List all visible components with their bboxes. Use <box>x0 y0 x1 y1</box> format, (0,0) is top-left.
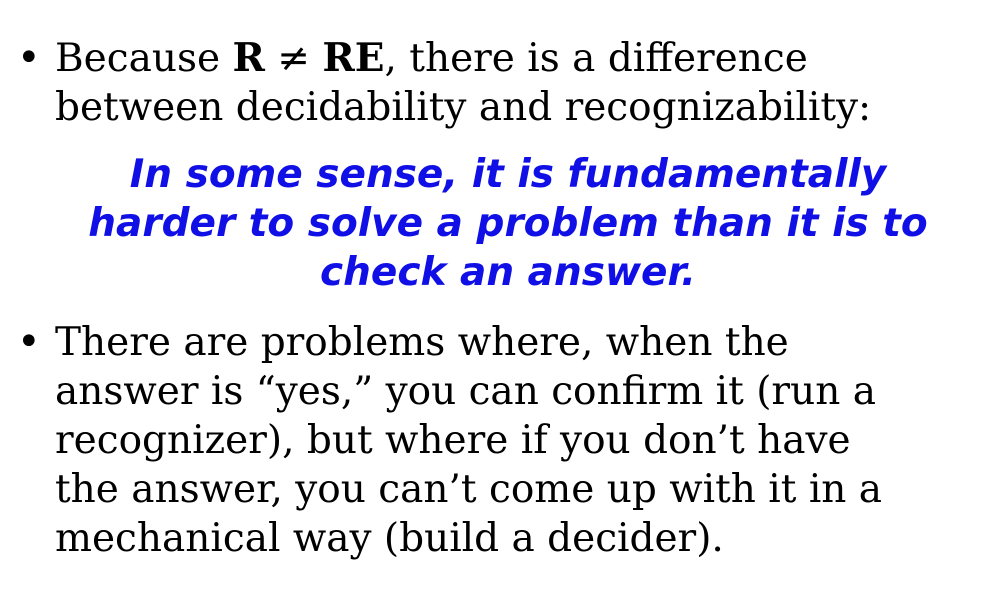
bullet-2-text: There are problems where, when the answe… <box>55 318 975 563</box>
bullet-1-line-1: Because R ≠ RE, there is a difference <box>55 34 975 83</box>
bullet-2-line-1: There are problems where, when the <box>55 320 789 365</box>
bullet-2: • There are problems where, when the ans… <box>0 318 996 568</box>
bullet-1-line-2: between decidability and recognizability… <box>55 85 872 130</box>
bullet-2-line-3: recognizer), but where if you don’t have <box>55 418 851 463</box>
emphasis-statement: In some sense, it is fundamentally harde… <box>30 150 986 297</box>
slide: • Because R ≠ RE, there is a difference … <box>0 0 996 604</box>
bullet-1-prefix: Because <box>55 36 233 81</box>
emphasis-line-1: In some sense, it is fundamentally <box>129 152 887 197</box>
emphasis-line-2: harder to solve a problem than it is to <box>88 201 928 246</box>
bullet-1-text: Because R ≠ RE, there is a difference be… <box>55 34 975 132</box>
bullet-marker: • <box>17 35 41 81</box>
not-equal-symbol: ≠ <box>264 36 323 81</box>
bullet-1-suffix: , there is a difference <box>384 36 808 81</box>
bullet-2-line-2: answer is “yes,” you can confirm it (run… <box>55 369 876 414</box>
bullet-1: • Because R ≠ RE, there is a difference … <box>0 34 996 134</box>
class-re: RE <box>322 35 385 81</box>
bullet-2-line-5: mechanical way (build a decider). <box>55 516 724 561</box>
bullet-marker: • <box>17 319 41 365</box>
class-r: R <box>232 35 265 81</box>
emphasis-line-3: check an answer. <box>320 250 696 295</box>
bullet-2-line-4: the answer, you can’t come up with it in… <box>55 467 883 512</box>
